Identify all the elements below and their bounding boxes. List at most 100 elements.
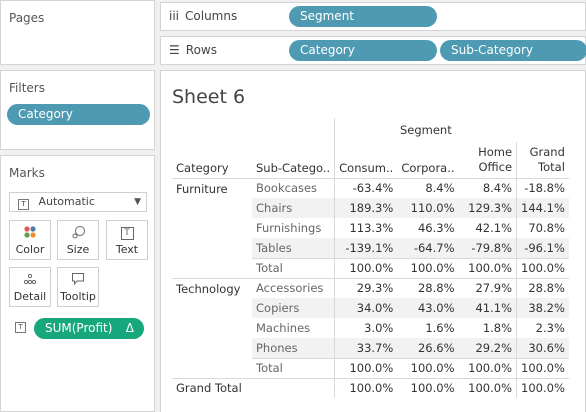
value-cell: 100.0%	[334, 357, 398, 378]
grand-total-cell: -96.1%	[516, 238, 569, 258]
table-row: Copiers 34.0% 43.0% 41.1% 38.2%	[172, 298, 569, 318]
value-cell: 129.3%	[458, 198, 517, 218]
value-cell: 113.3%	[349, 221, 394, 235]
grand-total-cell: 70.8%	[516, 218, 569, 238]
detail-button[interactable]: Detail	[9, 267, 51, 307]
segment-header-row: Segment	[172, 118, 569, 142]
value-cell: -63.4%	[334, 177, 398, 198]
filters-panel: Filters Category	[0, 70, 155, 150]
table-row-total: Total 100.0% 100.0% 100.0% 100.0%	[172, 257, 569, 278]
color-label: Color	[15, 243, 45, 256]
value-cell: 43.0%	[397, 298, 459, 318]
table-row: Phones 33.7% 26.6% 29.2% 30.6%	[172, 338, 569, 358]
category-technology: Technology	[172, 277, 252, 298]
columns-shelf-label: iii Columns	[169, 9, 238, 23]
value-cell: 100.0%	[397, 377, 459, 398]
grand-total-row: Grand Total 100.0% 100.0% 100.0% 100.0%	[172, 377, 569, 398]
value-cell: -139.1%	[334, 238, 398, 258]
sub-category-cell: Tables	[252, 238, 336, 258]
category-furniture: Furniture	[172, 177, 252, 198]
value-cell: -64.7%	[397, 238, 459, 258]
delta-icon: Δ	[125, 321, 134, 335]
value-cell: 41.1%	[458, 298, 517, 318]
chevron-down-icon: ▼	[134, 197, 141, 207]
segment-header: Segment	[399, 123, 452, 137]
sub-category-header: Sub-Catego..	[252, 142, 336, 178]
grand-total-cell: 28.8%	[516, 277, 569, 298]
table-row-total: Total 100.0% 100.0% 100.0% 100.0%	[172, 357, 569, 378]
text-encoding-icon: T	[15, 322, 26, 333]
column-header-home-office: Home Office	[478, 144, 513, 174]
value-cell: 29.2%	[458, 338, 517, 358]
tooltip-label: Tooltip	[60, 290, 96, 303]
value-cell: 34.0%	[334, 298, 398, 318]
tooltip-icon	[58, 268, 98, 290]
mark-type-dropdown[interactable]: T Automatic ▼	[9, 192, 147, 212]
text-label: Text	[115, 243, 139, 256]
detail-label: Detail	[13, 290, 47, 303]
tooltip-button[interactable]: Tooltip	[57, 267, 99, 307]
color-icon	[10, 221, 50, 243]
grand-total-cell: 144.1%	[516, 198, 569, 218]
column-header-corporate: Corpora..	[401, 160, 455, 175]
table-row: Furniture Bookcases -63.4% 8.4% 8.4% -18…	[172, 177, 569, 198]
rows-pill-category[interactable]: Category	[289, 40, 437, 61]
value-cell: 100.0%	[397, 357, 459, 378]
value-cell: 46.3%	[417, 221, 455, 235]
sub-category-cell: Accessories	[252, 277, 336, 298]
value-cell: 28.8%	[397, 277, 459, 298]
rows-shelf-label: ☰ Rows	[169, 43, 217, 57]
sub-category-cell: Copiers	[252, 298, 336, 318]
grand-total-cell: 2.3%	[516, 318, 569, 338]
pages-title: Pages	[9, 11, 45, 25]
value-cell: 29.3%	[334, 277, 398, 298]
sheet-title: Sheet 6	[172, 86, 246, 108]
grand-total-cell: -18.8%	[516, 177, 569, 198]
value-cell: 27.9%	[458, 277, 517, 298]
value-cell: 8.4%	[458, 177, 517, 198]
measure-pill-label: SUM(Profit)	[45, 321, 113, 335]
sub-category-cell: Bookcases	[252, 177, 336, 198]
columns-pill-segment[interactable]: Segment	[289, 6, 437, 27]
size-icon	[58, 221, 98, 243]
column-header-consumer: Consum..	[339, 160, 394, 175]
rows-icon: ☰	[169, 43, 180, 57]
columns-shelf: iii Columns Segment	[160, 2, 586, 31]
rows-pill-sub-category[interactable]: Sub-Category	[440, 40, 586, 61]
value-cell: 189.3%	[334, 198, 398, 218]
pages-panel: Pages	[0, 0, 155, 65]
value-cell: 8.4%	[397, 177, 459, 198]
sub-category-cell: Chairs	[252, 198, 336, 218]
value-cell: 33.7%	[334, 338, 398, 358]
mark-type-label: Automatic	[38, 195, 95, 208]
category-header: Category	[176, 160, 229, 175]
detail-icon	[10, 268, 50, 290]
text-button[interactable]: T Text	[106, 220, 148, 260]
value-cell: 100.0%	[458, 357, 517, 378]
crosstab: Segment Category Sub-Catego.. Consum.. C…	[172, 118, 569, 398]
marks-panel: Marks T Automatic ▼ Color Size T Text De…	[0, 155, 155, 412]
filter-pill-category[interactable]: Category	[7, 104, 150, 125]
column-header-grand-total: Grand Total	[516, 142, 569, 178]
value-cell: 100.0%	[458, 257, 517, 278]
table-row: Chairs 189.3% 110.0% 129.3% 144.1%	[172, 198, 569, 218]
value-cell: 1.8%	[482, 321, 513, 335]
color-button[interactable]: Color	[9, 220, 51, 260]
grand-total-cell: 100.0%	[516, 377, 569, 398]
value-cell: 100.0%	[334, 377, 398, 398]
measure-pill-sum-profit[interactable]: SUM(Profit) Δ	[34, 318, 144, 339]
columns-icon: iii	[169, 9, 180, 23]
size-button[interactable]: Size	[57, 220, 99, 260]
column-header-row: Category Sub-Catego.. Consum.. Corpora..…	[172, 142, 569, 178]
mark-type-icon: T	[18, 199, 29, 210]
sub-category-total: Total	[252, 257, 336, 278]
size-label: Size	[66, 243, 90, 256]
grand-total-cell: 38.2%	[516, 298, 569, 318]
value-cell: 1.6%	[425, 321, 455, 335]
value-cell: -79.8%	[458, 238, 517, 258]
rows-shelf: ☰ Rows Category Sub-Category	[160, 36, 586, 65]
filters-title: Filters	[9, 81, 45, 95]
value-cell: 110.0%	[397, 198, 459, 218]
sub-category-cell: Furnishings	[252, 218, 336, 238]
grand-total-label: Grand Total	[172, 377, 336, 398]
